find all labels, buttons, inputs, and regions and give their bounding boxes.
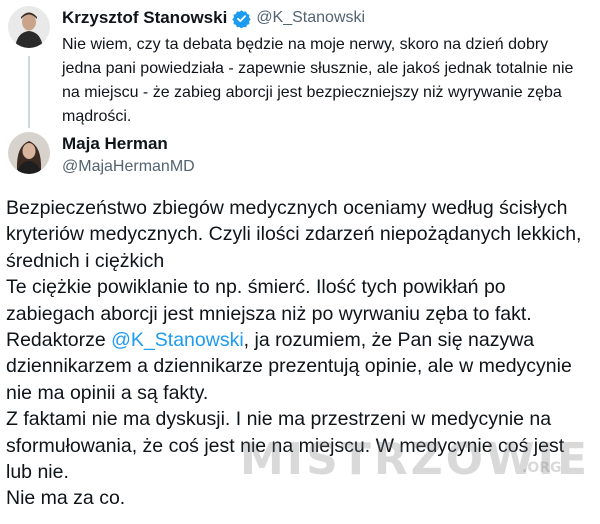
- quoted-author-handle[interactable]: @K_Stanowski: [256, 9, 365, 27]
- reply-author-name[interactable]: Maja Herman: [62, 134, 168, 154]
- herman-avatar-image: [8, 132, 50, 174]
- reply-author-handle-row: @MajaHermanMD: [62, 158, 195, 176]
- reply-text-line: sformułowania, że coś jest nie na miejsc…: [6, 434, 565, 457]
- reply-text-line: zabiegach aborcji jest mniejsza niż po w…: [6, 302, 532, 325]
- reply-text-line-with-mention: Redaktorze @K_Stanowski, ja rozumiem, że…: [6, 327, 596, 353]
- mention-link[interactable]: @K_Stanowski: [111, 329, 244, 351]
- reply-text-line: Te ciężkie powiklanie to np. śmierć. Ilo…: [6, 276, 506, 299]
- quoted-tweet-text: Nie wiem, czy ta debata będzie na moje n…: [62, 36, 574, 125]
- reply-text-line: nie ma opinii a są fakty.: [6, 381, 209, 404]
- stanowski-avatar[interactable]: [8, 6, 50, 48]
- reply-text-line: dziennikarzem a dziennikarze prezentują …: [6, 355, 572, 378]
- quoted-author-name[interactable]: Krzysztof Stanowski: [62, 8, 227, 28]
- herman-avatar[interactable]: [8, 132, 50, 174]
- reply-text-line: Z faktami nie ma dyskusji. I nie ma prze…: [6, 408, 552, 431]
- thread-connector-line: [28, 56, 30, 128]
- quoted-tweet-header: Krzysztof Stanowski @K_Stanowski: [62, 8, 365, 29]
- reply-tweet-text: Bezpieczeństwo zbiegów medycznych ocenia…: [6, 195, 596, 512]
- reply-text-line: kryteriów medycznych. Czyli ilości zdarz…: [6, 223, 582, 246]
- reply-author-handle[interactable]: @MajaHermanMD: [62, 158, 195, 176]
- reply-text-line: Nie ma za co.: [6, 487, 126, 510]
- stanowski-avatar-image: [8, 6, 50, 48]
- verified-badge-icon: [232, 9, 251, 29]
- reply-text-line: Bezpieczeństwo zbiegów medycznych ocenia…: [6, 197, 568, 219]
- reply-text-segment: , ja rozumiem, że Pan się nazywa: [243, 329, 535, 352]
- reply-author-name-row: Maja Herman: [62, 134, 168, 154]
- reply-text-line: średnich i ciężkich: [6, 249, 165, 272]
- reply-text-line: lub nie.: [6, 461, 69, 484]
- reply-text-segment: Redaktorze: [6, 329, 112, 352]
